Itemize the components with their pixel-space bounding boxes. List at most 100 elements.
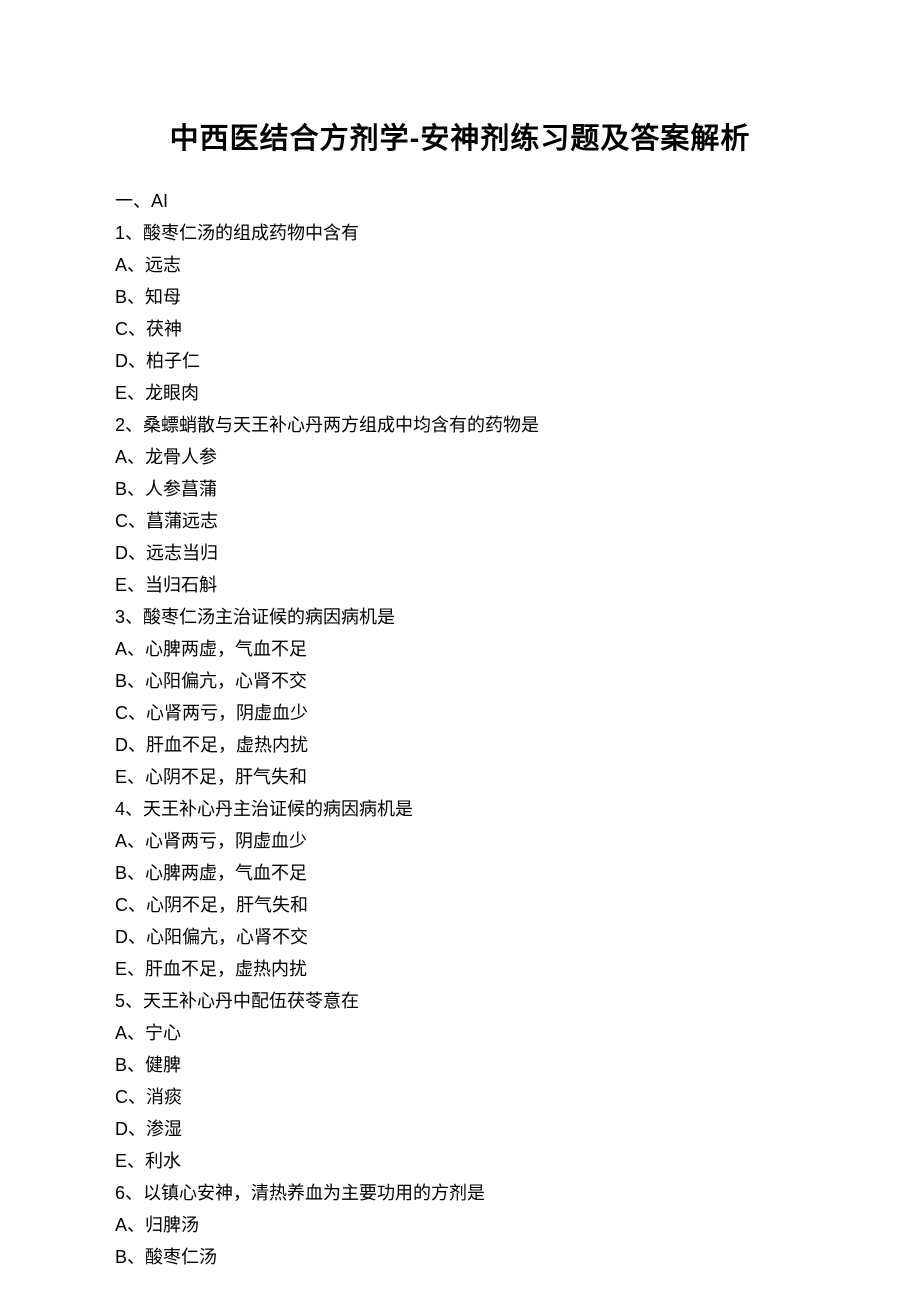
question-stem: 2、桑螵蛸散与天王补心丹两方组成中均含有的药物是 (115, 409, 805, 441)
option: B、知母 (115, 281, 805, 313)
option-letter: A (115, 255, 127, 275)
option-letter: D (115, 927, 128, 947)
option-letter: B (115, 863, 127, 883)
page-title: 中西医结合方剂学-安神剂练习题及答案解析 (115, 115, 805, 157)
option: B、酸枣仁汤 (115, 1241, 805, 1273)
option: C、心肾两亏，阴虚血少 (115, 697, 805, 729)
option-letter: C (115, 511, 128, 531)
option-letter: B (115, 1055, 127, 1075)
option-letter: B (115, 671, 127, 691)
option-letter: C (115, 895, 128, 915)
option: A、心肾两亏，阴虚血少 (115, 825, 805, 857)
section-heading: 一、AI (115, 185, 805, 217)
option-text: 、消痰 (128, 1087, 182, 1107)
option-text: 、当归石斛 (127, 575, 217, 595)
option: D、柏子仁 (115, 345, 805, 377)
option-letter: C (115, 319, 128, 339)
option-text: 、菖蒲远志 (128, 511, 218, 531)
question-text: 、天王补心丹中配伍茯苓意在 (125, 991, 359, 1011)
option-text: 、龙骨人参 (127, 447, 217, 467)
option: C、消痰 (115, 1081, 805, 1113)
option-text: 、心肾两亏，阴虚血少 (128, 703, 308, 723)
option-text: 、酸枣仁汤 (127, 1247, 217, 1267)
option: D、心阳偏亢，心肾不交 (115, 921, 805, 953)
option-text: 、肝血不足，虚热内扰 (128, 735, 308, 755)
option-text: 、心脾两虚，气血不足 (127, 639, 307, 659)
option-letter: D (115, 735, 128, 755)
option: E、心阴不足，肝气失和 (115, 761, 805, 793)
question-stem: 6、以镇心安神，清热养血为主要功用的方剂是 (115, 1177, 805, 1209)
option: D、肝血不足，虚热内扰 (115, 729, 805, 761)
option: C、菖蒲远志 (115, 505, 805, 537)
option: D、远志当归 (115, 537, 805, 569)
option: E、龙眼肉 (115, 377, 805, 409)
question-stem: 4、天王补心丹主治证候的病因病机是 (115, 793, 805, 825)
question-number: 6 (115, 1183, 125, 1203)
option-text: 、心阳偏亢，心肾不交 (128, 927, 308, 947)
question-stem: 5、天王补心丹中配伍茯苓意在 (115, 985, 805, 1017)
question-stem: 3、酸枣仁汤主治证候的病因病机是 (115, 601, 805, 633)
option-text: 、茯神 (128, 319, 182, 339)
question-number: 4 (115, 799, 125, 819)
option-letter: C (115, 703, 128, 723)
option-letter: A (115, 639, 127, 659)
option: A、远志 (115, 249, 805, 281)
option: D、渗湿 (115, 1113, 805, 1145)
question-text: 、酸枣仁汤主治证候的病因病机是 (125, 607, 395, 627)
option-letter: B (115, 479, 127, 499)
option-letter: D (115, 1119, 128, 1139)
option-letter: D (115, 543, 128, 563)
option-letter: A (115, 1023, 127, 1043)
option-letter: E (115, 959, 127, 979)
option-text: 、远志当归 (128, 543, 218, 563)
option: E、当归石斛 (115, 569, 805, 601)
question-text: 、酸枣仁汤的组成药物中含有 (125, 223, 359, 243)
option-letter: A (115, 1215, 127, 1235)
question-number: 3 (115, 607, 125, 627)
option-text: 、利水 (127, 1151, 181, 1171)
option-text: 、人参菖蒲 (127, 479, 217, 499)
option: C、心阴不足，肝气失和 (115, 889, 805, 921)
option-text: 、健脾 (127, 1055, 181, 1075)
questions-list: 1、酸枣仁汤的组成药物中含有A、远志B、知母C、茯神D、柏子仁E、龙眼肉2、桑螵… (115, 217, 805, 1273)
question-stem: 1、酸枣仁汤的组成药物中含有 (115, 217, 805, 249)
option: A、心脾两虚，气血不足 (115, 633, 805, 665)
option: E、利水 (115, 1145, 805, 1177)
option: A、龙骨人参 (115, 441, 805, 473)
option-text: 、知母 (127, 287, 181, 307)
option-letter: A (115, 447, 127, 467)
option: B、心阳偏亢，心肾不交 (115, 665, 805, 697)
option-text: 、宁心 (127, 1023, 181, 1043)
option-text: 、心阳偏亢，心肾不交 (127, 671, 307, 691)
option: B、心脾两虚，气血不足 (115, 857, 805, 889)
question-text: 、桑螵蛸散与天王补心丹两方组成中均含有的药物是 (125, 415, 539, 435)
option: B、健脾 (115, 1049, 805, 1081)
option-text: 、渗湿 (128, 1119, 182, 1139)
option-letter: B (115, 1247, 127, 1267)
option: A、归脾汤 (115, 1209, 805, 1241)
question-number: 1 (115, 223, 125, 243)
option-text: 、远志 (127, 255, 181, 275)
option-letter: E (115, 767, 127, 787)
option-text: 、心脾两虚，气血不足 (127, 863, 307, 883)
question-text: 、天王补心丹主治证候的病因病机是 (125, 799, 413, 819)
option-letter: E (115, 1151, 127, 1171)
option-text: 、归脾汤 (127, 1215, 199, 1235)
option-letter: B (115, 287, 127, 307)
option-text: 、肝血不足，虚热内扰 (127, 959, 307, 979)
option-text: 、龙眼肉 (127, 383, 199, 403)
option-letter: E (115, 383, 127, 403)
option-letter: E (115, 575, 127, 595)
option-text: 、心阴不足，肝气失和 (128, 895, 308, 915)
option: A、宁心 (115, 1017, 805, 1049)
section-code: AI (151, 191, 168, 211)
question-number: 2 (115, 415, 125, 435)
question-text: 、以镇心安神，清热养血为主要功用的方剂是 (125, 1183, 485, 1203)
option-letter: D (115, 351, 128, 371)
option-text: 、柏子仁 (128, 351, 200, 371)
option-letter: C (115, 1087, 128, 1107)
question-number: 5 (115, 991, 125, 1011)
option: C、茯神 (115, 313, 805, 345)
option: B、人参菖蒲 (115, 473, 805, 505)
option-text: 、心肾两亏，阴虚血少 (127, 831, 307, 851)
